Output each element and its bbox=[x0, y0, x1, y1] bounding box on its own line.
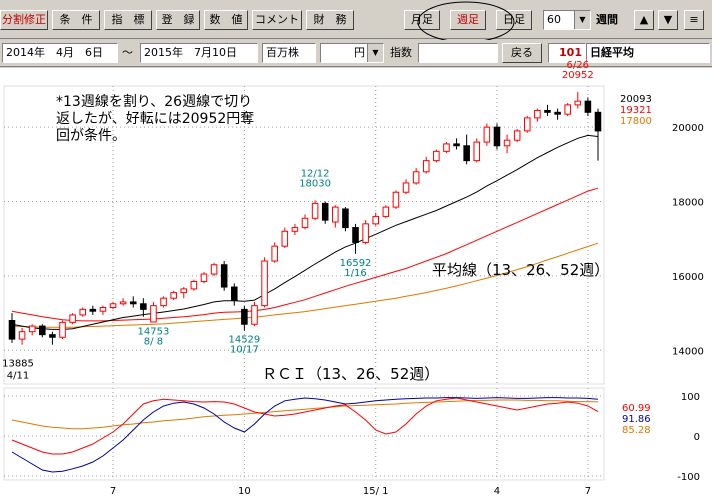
candle-body bbox=[523, 117, 531, 132]
candle-body bbox=[301, 217, 309, 229]
candle-body bbox=[311, 202, 319, 219]
candle-body bbox=[18, 331, 26, 340]
x-tick-label: 4 bbox=[494, 486, 500, 497]
candle-body bbox=[230, 286, 238, 301]
annotation-label: 8/ 8 bbox=[144, 336, 163, 347]
candle-body bbox=[544, 109, 551, 113]
candle-body bbox=[412, 171, 420, 184]
candle-body bbox=[160, 297, 167, 307]
candle-body bbox=[402, 182, 410, 193]
candle-body bbox=[241, 308, 248, 325]
rci-latest-value: 60.99 bbox=[622, 403, 651, 414]
candle-body bbox=[332, 206, 339, 223]
candle-body bbox=[483, 126, 491, 143]
annotation-label: 13885 bbox=[2, 359, 34, 370]
price-tick-label: 18000 bbox=[672, 198, 704, 209]
price-tick-label: 20000 bbox=[672, 123, 704, 134]
candle-body bbox=[564, 104, 571, 115]
x-tick-label: 15/ 1 bbox=[363, 486, 389, 497]
rci-panel bbox=[3, 387, 605, 481]
chart-comment: *13週線を割り、26週線で切り 返したが、好転には20952円奪 回が条件。 bbox=[56, 94, 255, 144]
candle-body bbox=[493, 126, 501, 147]
x-tick-label: 10 bbox=[238, 486, 251, 497]
candle-body bbox=[453, 143, 460, 147]
candle-body bbox=[140, 303, 147, 310]
ma-latest-value: 19321 bbox=[620, 105, 652, 116]
rci-tick-label: 100 bbox=[681, 392, 700, 403]
candle-body bbox=[281, 230, 289, 247]
candle-body bbox=[69, 314, 76, 323]
candlestick-chart: 200001800016000140001000-1007 10 15/ 1 4 76/… bbox=[0, 60, 712, 499]
candle-body bbox=[342, 208, 349, 229]
candle-body bbox=[200, 273, 208, 282]
candle-body bbox=[392, 191, 400, 208]
candle-body bbox=[321, 202, 329, 221]
candle-body bbox=[473, 141, 481, 162]
candle-body bbox=[534, 109, 541, 119]
annotation-label: 4/11 bbox=[7, 371, 29, 382]
rci-legend: ＲＣＩ（13、26、52週） bbox=[262, 365, 440, 383]
candle-body bbox=[190, 280, 198, 290]
rci-latest-value: 85.28 bbox=[622, 425, 651, 436]
price-tick-label: 14000 bbox=[672, 346, 704, 357]
candle-body bbox=[554, 111, 561, 115]
candle-body bbox=[39, 325, 46, 336]
candle-body bbox=[49, 334, 56, 338]
annotation-label: 1/16 bbox=[344, 268, 366, 279]
candle-body bbox=[463, 145, 470, 162]
candle-body bbox=[291, 227, 299, 232]
candle-body bbox=[422, 160, 430, 173]
candle-body bbox=[8, 320, 16, 340]
candle-body bbox=[271, 245, 278, 262]
candle-body bbox=[109, 303, 117, 308]
candle-body bbox=[220, 264, 228, 288]
candle-body bbox=[261, 260, 268, 307]
candle-body bbox=[362, 223, 369, 243]
ma-latest-value: 17800 bbox=[620, 116, 652, 127]
candle-body bbox=[574, 100, 582, 106]
candle-body bbox=[372, 215, 380, 225]
candle-body bbox=[119, 301, 127, 305]
rci-tick-label: -100 bbox=[677, 472, 700, 483]
x-tick-label: 7 bbox=[110, 486, 116, 497]
candle-body bbox=[129, 301, 137, 305]
rci-tick-label: 0 bbox=[694, 432, 700, 443]
candle-body bbox=[59, 321, 66, 338]
candle-body bbox=[150, 305, 157, 323]
candle-body bbox=[180, 288, 188, 294]
price-tick-label: 16000 bbox=[672, 272, 704, 283]
annotation-label: 10/17 bbox=[230, 345, 259, 356]
candle-body bbox=[594, 111, 602, 132]
candle-body bbox=[28, 325, 36, 333]
candle-body bbox=[170, 292, 177, 299]
candle-body bbox=[352, 227, 359, 243]
candle-body bbox=[443, 143, 450, 152]
candle-body bbox=[210, 264, 218, 275]
candle-body bbox=[503, 139, 511, 147]
annotation-label: 18030 bbox=[299, 178, 331, 189]
candle-body bbox=[584, 100, 592, 113]
ma-latest-value: 20093 bbox=[620, 94, 652, 105]
x-tick-label: 7 bbox=[585, 486, 591, 497]
ma-legend: 平均線（13、26、52週） bbox=[432, 261, 610, 279]
annotation-label: 20952 bbox=[562, 70, 594, 81]
candle-body bbox=[433, 150, 440, 162]
candle-body bbox=[89, 308, 97, 312]
candle-body bbox=[79, 308, 87, 316]
rci-latest-value: 91.86 bbox=[622, 414, 651, 425]
candle-body bbox=[99, 307, 107, 312]
candle-body bbox=[382, 206, 390, 217]
candle-body bbox=[251, 305, 258, 325]
candle-body bbox=[513, 130, 521, 141]
